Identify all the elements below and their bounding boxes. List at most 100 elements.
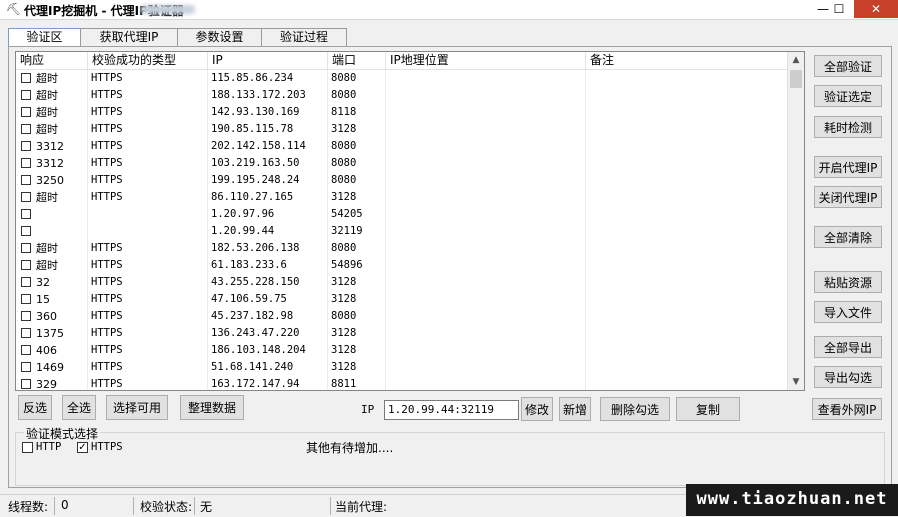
proxy-list[interactable]: 响应 校验成功的类型 IP 端口 IP地理位置 备注 超时 HTTPS 115.85… xyxy=(15,51,805,391)
cell-response: 超时 xyxy=(16,87,88,104)
table-row[interactable]: 3250 HTTPS 199.195.248.24 8080 xyxy=(16,172,788,189)
tab-verify-process[interactable]: 验证过程 xyxy=(261,28,347,46)
table-row[interactable]: 超时 HTTPS 190.85.115.78 3128 xyxy=(16,121,788,138)
cell-remark xyxy=(586,223,788,240)
tidy-data-button[interactable]: 整理数据 xyxy=(180,395,244,420)
header-remark[interactable]: 备注 xyxy=(586,52,788,69)
cell-port: 8080 xyxy=(328,87,386,104)
row-checkbox[interactable] xyxy=(21,124,31,134)
tab-get-proxy-ip[interactable]: 获取代理IP xyxy=(80,28,178,46)
table-row[interactable]: 1469 HTTPS 51.68.141.240 3128 xyxy=(16,359,788,376)
header-ip-location[interactable]: IP地理位置 xyxy=(386,52,586,69)
enable-proxy-button[interactable]: 开启代理IP xyxy=(814,156,882,178)
row-checkbox[interactable] xyxy=(21,379,31,389)
other-modes-note: 其他有待增加.... xyxy=(306,441,394,455)
table-row[interactable]: 超时 HTTPS 115.85.86.234 8080 xyxy=(16,70,788,87)
status-divider xyxy=(54,497,55,515)
table-row[interactable]: 406 HTTPS 186.103.148.204 3128 xyxy=(16,342,788,359)
invert-selection-button[interactable]: 反选 xyxy=(18,395,52,420)
row-checkbox[interactable] xyxy=(21,90,31,100)
row-checkbox[interactable] xyxy=(21,260,31,270)
latency-test-button[interactable]: 耗时检测 xyxy=(814,116,882,138)
table-row[interactable]: 超时 HTTPS 142.93.130.169 8118 xyxy=(16,104,788,121)
table-row[interactable]: 1.20.97.96 54205 xyxy=(16,206,788,223)
row-checkbox[interactable] xyxy=(21,141,31,151)
view-external-ip-button[interactable]: 查看外网IP xyxy=(812,398,882,420)
cell-remark xyxy=(586,104,788,121)
app-icon: ⛏ xyxy=(6,2,22,16)
paste-resource-button[interactable]: 粘贴资源 xyxy=(814,271,882,293)
row-checkbox[interactable] xyxy=(21,277,31,287)
row-checkbox[interactable] xyxy=(21,311,31,321)
modify-button[interactable]: 修改 xyxy=(521,397,553,421)
table-row[interactable]: 超时 HTTPS 188.133.172.203 8080 xyxy=(16,87,788,104)
header-port[interactable]: 端口 xyxy=(328,52,386,69)
header-response[interactable]: 响应 xyxy=(16,52,88,69)
select-all-button[interactable]: 全选 xyxy=(62,395,96,420)
table-row[interactable]: 15 HTTPS 47.106.59.75 3128 xyxy=(16,291,788,308)
header-success-type[interactable]: 校验成功的类型 xyxy=(88,52,208,69)
cell-type: HTTPS xyxy=(88,138,208,155)
vertical-scrollbar[interactable]: ▲ ▼ xyxy=(787,52,804,390)
row-checkbox[interactable] xyxy=(21,73,31,83)
ip-input[interactable]: 1.20.99.44:32119 xyxy=(384,400,519,420)
cell-response: 3312 xyxy=(16,138,88,155)
row-checkbox[interactable] xyxy=(21,243,31,253)
row-checkbox[interactable] xyxy=(21,345,31,355)
cell-location xyxy=(386,308,586,325)
table-row[interactable]: 329 HTTPS 163.172.147.94 8811 xyxy=(16,376,788,390)
maximize-button[interactable]: ☐ xyxy=(826,0,852,18)
export-checked-button[interactable]: 导出勾选 xyxy=(814,366,882,388)
close-button[interactable]: ✕ xyxy=(854,0,898,18)
select-usable-button[interactable]: 选择可用 xyxy=(106,395,168,420)
https-label[interactable]: HTTPS xyxy=(91,441,123,453)
verify-all-button[interactable]: 全部验证 xyxy=(814,55,882,77)
cell-remark xyxy=(586,172,788,189)
row-checkbox[interactable] xyxy=(21,294,31,304)
row-checkbox[interactable] xyxy=(21,328,31,338)
cell-location xyxy=(386,206,586,223)
table-row[interactable]: 1375 HTTPS 136.243.47.220 3128 xyxy=(16,325,788,342)
row-checkbox[interactable] xyxy=(21,158,31,168)
cell-remark xyxy=(586,70,788,87)
header-ip[interactable]: IP xyxy=(208,52,328,69)
row-checkbox[interactable] xyxy=(21,192,31,202)
table-row[interactable]: 超时 HTTPS 61.183.233.6 54896 xyxy=(16,257,788,274)
https-checkbox[interactable]: ✓ xyxy=(77,442,88,453)
table-row[interactable]: 超时 HTTPS 182.53.206.138 8080 xyxy=(16,240,788,257)
table-row[interactable]: 1.20.99.44 32119 xyxy=(16,223,788,240)
scroll-thumb[interactable] xyxy=(790,70,802,88)
cell-response: 3250 xyxy=(16,172,88,189)
row-checkbox[interactable] xyxy=(21,175,31,185)
copy-button[interactable]: 复制 xyxy=(676,397,740,421)
scroll-down-icon[interactable]: ▼ xyxy=(788,374,804,390)
row-checkbox[interactable] xyxy=(21,209,31,219)
row-checkbox[interactable] xyxy=(21,362,31,372)
http-label[interactable]: HTTP xyxy=(36,441,61,453)
add-button[interactable]: 新增 xyxy=(559,397,591,421)
cell-remark xyxy=(586,342,788,359)
table-row[interactable]: 超时 HTTPS 86.110.27.165 3128 xyxy=(16,189,788,206)
cell-remark xyxy=(586,325,788,342)
tab-parameter-settings[interactable]: 参数设置 xyxy=(177,28,262,46)
cell-type: HTTPS xyxy=(88,342,208,359)
export-all-button[interactable]: 全部导出 xyxy=(814,336,882,358)
cell-port: 3128 xyxy=(328,291,386,308)
cell-remark xyxy=(586,189,788,206)
delete-checked-button[interactable]: 删除勾选 xyxy=(600,397,670,421)
row-checkbox[interactable] xyxy=(21,107,31,117)
tab-verify-area[interactable]: 验证区 xyxy=(8,28,81,47)
scroll-up-icon[interactable]: ▲ xyxy=(788,52,804,68)
cell-remark xyxy=(586,257,788,274)
http-checkbox[interactable] xyxy=(22,442,33,453)
disable-proxy-button[interactable]: 关闭代理IP xyxy=(814,186,882,208)
import-file-button[interactable]: 导入文件 xyxy=(814,301,882,323)
table-row[interactable]: 360 HTTPS 45.237.182.98 8080 xyxy=(16,308,788,325)
row-checkbox[interactable] xyxy=(21,226,31,236)
table-row[interactable]: 3312 HTTPS 202.142.158.114 8080 xyxy=(16,138,788,155)
response-text: 超时 xyxy=(36,72,58,85)
table-row[interactable]: 32 HTTPS 43.255.228.150 3128 xyxy=(16,274,788,291)
clear-all-button[interactable]: 全部清除 xyxy=(814,226,882,248)
verify-selected-button[interactable]: 验证选定 xyxy=(814,85,882,107)
table-row[interactable]: 3312 HTTPS 103.219.163.50 8080 xyxy=(16,155,788,172)
